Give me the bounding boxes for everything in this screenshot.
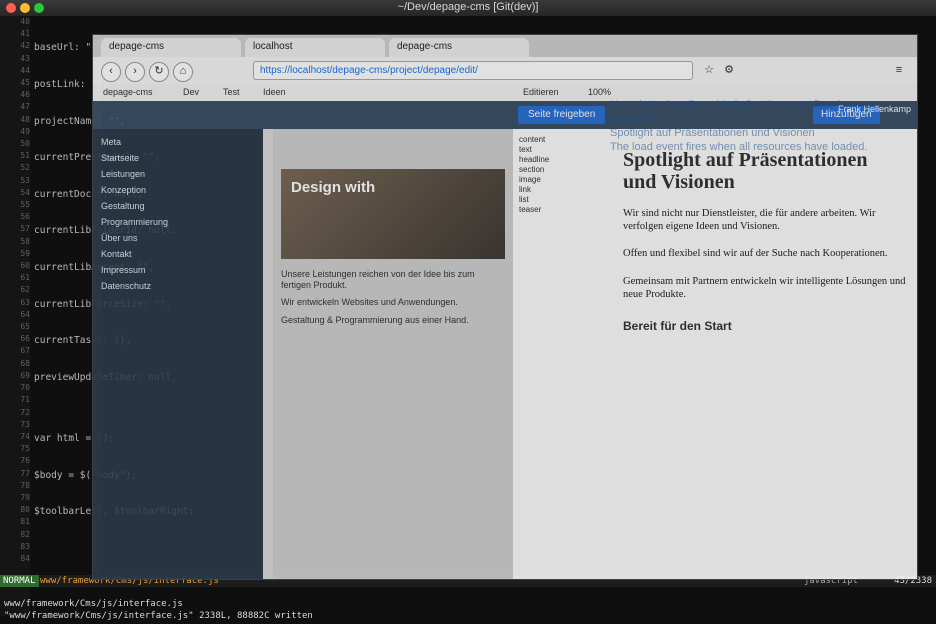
browser-tab[interactable]: depage-cms xyxy=(101,38,241,57)
zoom-level: 100% xyxy=(588,87,612,97)
element-list-item[interactable]: headline xyxy=(519,155,615,165)
bookmark-item[interactable]: Editieren xyxy=(523,87,559,97)
overlay-line: Spotlight auf Präsentationen und Visione… xyxy=(610,127,815,139)
document-paragraph[interactable]: Offen und flexibel sind wir auf der Such… xyxy=(623,247,908,260)
document-paragraph[interactable]: Wir sind nicht nur Dienstleister, die fü… xyxy=(623,207,908,233)
tree-item[interactable]: Leistungen xyxy=(101,169,145,179)
tree-item[interactable]: Kontakt xyxy=(101,249,132,259)
element-list-item[interactable]: link xyxy=(519,185,615,195)
preview-text: Wir entwickeln Websites und Anwendungen. xyxy=(281,297,458,307)
tree-item[interactable]: Gestaltung xyxy=(101,201,145,211)
command-message: "www/framework/Cms/js/interface.js" 2338… xyxy=(4,611,313,621)
page-preview[interactable]: Design with Unsere Leistungen reichen vo… xyxy=(273,129,513,579)
window-title: ~/Dev/depage-cms [Git(dev)] xyxy=(397,1,539,13)
preview-hero: Design with xyxy=(281,169,505,259)
overlay-line: The load event fires when all resources … xyxy=(610,141,868,153)
element-list-item[interactable]: section xyxy=(519,165,615,175)
menu-icon[interactable]: ≡ xyxy=(893,64,905,76)
tree-item[interactable]: Impressum xyxy=(101,265,146,275)
bookmark-item[interactable]: Ideen xyxy=(263,87,286,97)
element-list-item[interactable]: text xyxy=(519,145,615,155)
preview-text: Unsere Leistungen reichen von der Idee b… xyxy=(281,269,475,290)
publish-button[interactable]: Seite freigeben xyxy=(518,106,606,124)
home-icon[interactable]: ⌂ xyxy=(173,62,193,82)
back-icon[interactable]: ‹ xyxy=(101,62,121,82)
reload-icon[interactable]: ↻ xyxy=(149,62,169,82)
command-message: www/framework/Cms/js/interface.js xyxy=(4,599,183,609)
page-tree: Meta Startseite Leistungen Konzeption Ge… xyxy=(93,129,263,579)
element-list-item[interactable]: content xyxy=(519,135,615,145)
tree-item[interactable]: Meta xyxy=(101,137,121,147)
browser-tab[interactable]: localhost xyxy=(245,38,385,57)
element-list-item[interactable]: teaser xyxy=(519,205,615,215)
tree-item[interactable]: Konzeption xyxy=(101,185,146,195)
vim-mode: NORMAL xyxy=(0,575,39,587)
bookmark-item[interactable]: Test xyxy=(223,87,240,97)
tree-item[interactable]: Startseite xyxy=(101,153,139,163)
address-bar[interactable]: https://localhost/depage-cms/project/dep… xyxy=(253,61,693,80)
element-list-item[interactable]: image xyxy=(519,175,615,185)
browser-tab[interactable]: depage-cms xyxy=(389,38,529,57)
settings-icon[interactable]: ⚙ xyxy=(723,64,735,76)
element-list: content text headline section image link… xyxy=(519,135,615,215)
bookmark-item[interactable]: depage-cms xyxy=(103,87,153,97)
line-number-gutter: 40 41 42 43 44 45 46 47 48 49 50 51 52 53 54 55 56 57 58 59… xyxy=(0,16,30,616)
document-paragraph[interactable]: Gemeinsam mit Partnern entwickeln wir in… xyxy=(623,275,908,301)
tree-item[interactable]: Programmierung xyxy=(101,217,168,227)
star-icon[interactable]: ☆ xyxy=(703,64,715,76)
preview-text: Gestaltung & Programmierung aus einer Ha… xyxy=(281,315,469,325)
window-titlebar: ~/Dev/depage-cms [Git(dev)] xyxy=(0,0,936,17)
tree-item[interactable]: Über uns xyxy=(101,233,138,243)
ghost-overlay-text: Note that a handler added after the even… xyxy=(610,98,910,198)
tree-item[interactable]: Datenschutz xyxy=(101,281,151,291)
browser-toolbar: ‹ › ↻ ⌂ https://localhost/depage-cms/pro… xyxy=(93,57,917,86)
bookmark-item[interactable]: Dev xyxy=(183,87,199,97)
document-subhead[interactable]: Bereit für den Start xyxy=(623,319,908,333)
element-list-item[interactable]: list xyxy=(519,195,615,205)
overlay-line: Note that a handler added after the even… xyxy=(610,99,876,125)
forward-icon[interactable]: › xyxy=(125,62,145,82)
browser-tabbar: depage-cms localhost depage-cms xyxy=(93,35,917,57)
